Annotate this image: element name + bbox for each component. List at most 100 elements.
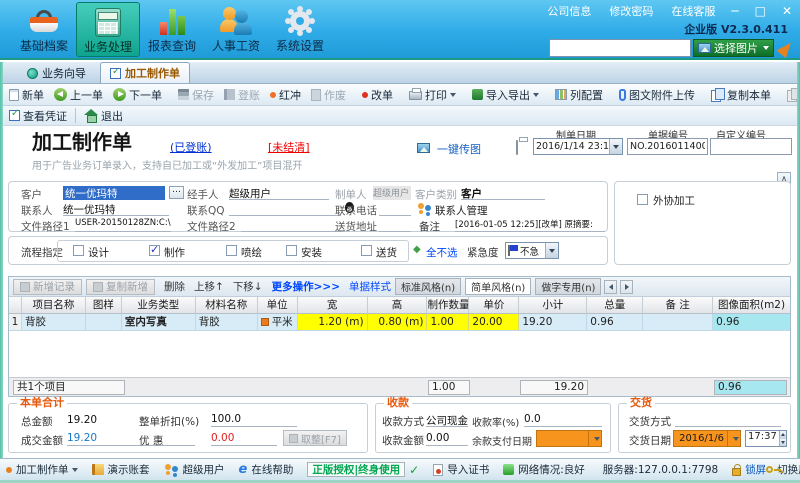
next-order-button[interactable]: 下一单 [108, 86, 167, 104]
payment-method-field[interactable]: 公司现金 [426, 413, 468, 427]
payment-amount-field[interactable]: 0.00 [426, 432, 468, 446]
nav-item-basic-archives[interactable]: 基础档案 [12, 2, 76, 57]
chevron-down-icon[interactable] [727, 431, 740, 446]
col-header[interactable]: 业务类型 [122, 297, 196, 314]
urgency-select[interactable]: 不急 [505, 242, 559, 259]
more-actions-link[interactable]: 更多操作>>> [272, 279, 340, 294]
tab-business-guide[interactable]: 业务向导 [18, 63, 95, 83]
tab-process-order[interactable]: 加工制作单 [100, 62, 190, 83]
height-cell[interactable]: 0.80 (m) [368, 314, 428, 331]
one-click-image-label[interactable]: 一键传图 [437, 141, 481, 157]
flow-step-spray-checkbox[interactable] [226, 244, 237, 257]
maximize-button[interactable]: □ [755, 4, 766, 18]
nav-item-reports[interactable]: 报表查询 [140, 2, 204, 57]
style-tab-lettering[interactable]: 做字专用(n) [535, 278, 601, 295]
move-down-link[interactable]: 下移↓ [233, 279, 263, 294]
col-header[interactable]: 总量 [587, 297, 643, 314]
nav-item-hr-payroll[interactable]: 人事工资 [204, 2, 268, 57]
chevron-down-icon[interactable] [609, 139, 622, 154]
doc-style-link[interactable]: 单据样式 [349, 279, 391, 294]
customer-field[interactable]: 统一优玛特 [63, 186, 165, 200]
image-path-input[interactable] [549, 39, 691, 57]
close-button[interactable]: ✕ [782, 4, 792, 18]
posted-status-link[interactable]: (已登账) [170, 139, 212, 155]
pattern-cell[interactable] [86, 314, 122, 331]
off-amount-field[interactable]: 0.00 [211, 432, 277, 446]
select-none-link[interactable]: 全不选 [426, 245, 458, 260]
status-account-set[interactable]: 演示账套 [92, 462, 150, 477]
exit-button[interactable]: 退出 [79, 107, 128, 125]
print-count-icon[interactable] [516, 141, 518, 154]
column-config-button[interactable]: 列配置 [550, 86, 608, 104]
col-header[interactable]: 单价 [469, 297, 519, 314]
style-tab-standard[interactable]: 标准风格(n) [395, 278, 461, 295]
minimize-button[interactable]: ─ [731, 4, 738, 18]
col-header[interactable]: 小计 [519, 297, 587, 314]
col-header[interactable]: 单位 [258, 297, 298, 314]
modify-order-button[interactable]: 改单 [357, 86, 398, 104]
scroll-right-button[interactable] [620, 280, 633, 294]
online-service-link[interactable]: 在线客服 [671, 3, 715, 19]
flow-step-make-checkbox[interactable] [149, 244, 160, 257]
payment-rate-field[interactable]: 0.0 [524, 413, 602, 427]
unit-cell[interactable]: 平米 [258, 314, 298, 331]
flow-step-deliver-checkbox[interactable] [361, 244, 372, 257]
col-header[interactable]: 制作数量 [427, 297, 469, 314]
nav-item-system-settings[interactable]: 系统设置 [268, 2, 332, 57]
status-doc-type[interactable]: 加工制作单 [6, 462, 78, 477]
col-header[interactable]: 图像面积(m2) [713, 297, 790, 314]
status-lock-screen[interactable]: 锁屏 [732, 462, 766, 477]
contact-manager-icon[interactable] [417, 203, 432, 216]
change-password-link[interactable]: 修改密码 [609, 3, 653, 19]
material-cell[interactable]: 背胶 [196, 314, 258, 331]
unsettled-status-link[interactable]: [未结清] [268, 139, 310, 155]
custom-no-input[interactable] [710, 138, 792, 155]
file-path1-field[interactable]: USER-20150128ZN:C:\ [75, 218, 171, 232]
status-user[interactable]: 超级用户 [164, 462, 225, 477]
delivery-date-select[interactable]: 2016/1/6 [673, 430, 741, 447]
delivery-address-field[interactable] [379, 218, 411, 232]
table-row[interactable]: 1 背胶 室内写真 背胶 平米 1.20 (m) 0.80 (m) 1.00 2… [9, 314, 790, 331]
spinner-buttons[interactable] [779, 431, 786, 446]
print-button[interactable]: 打印 [404, 86, 461, 104]
item-name-cell[interactable]: 背胶 [22, 314, 86, 331]
attachment-upload-button[interactable]: 图文附件上传 [614, 86, 700, 104]
business-type-cell[interactable]: 室内写真 [122, 314, 196, 331]
status-import-cert[interactable]: 导入证书 [433, 462, 489, 477]
width-cell[interactable]: 1.20 (m) [298, 314, 368, 331]
remark-field[interactable]: [2016-01-05 12:25][改单] 原摘要: [455, 218, 605, 232]
row-remark-cell[interactable] [643, 314, 713, 331]
contact-field[interactable]: 统一优玛特 [63, 202, 169, 216]
nav-item-business-processing[interactable]: 业务处理 [76, 2, 140, 57]
contact-manager-link[interactable]: 联系人管理 [435, 203, 488, 218]
scroll-left-button[interactable] [604, 280, 617, 294]
col-header[interactable]: 图样 [86, 297, 122, 314]
outsource-checkbox[interactable] [637, 193, 648, 206]
style-tab-simple[interactable]: 简单风格(n) [465, 278, 531, 295]
delete-link[interactable]: 删除 [164, 279, 185, 294]
make-date-select[interactable]: 2016/1/14 23:15:52 [533, 138, 623, 155]
status-online-help[interactable]: e在线帮助 [239, 462, 294, 477]
col-header[interactable]: 宽 [298, 297, 368, 314]
import-export-button[interactable]: 导入导出 [467, 86, 544, 104]
prev-order-button[interactable]: 上一单 [49, 86, 108, 104]
chevron-down-icon[interactable] [545, 243, 558, 258]
qty-cell[interactable]: 1.00 [427, 314, 469, 331]
col-header[interactable]: 备 注 [643, 297, 713, 314]
price-cell[interactable]: 20.00 [469, 314, 519, 331]
one-click-image-link[interactable] [417, 143, 433, 156]
status-switch-user[interactable]: 切换用户 [766, 462, 800, 477]
col-header[interactable]: 项目名称 [22, 297, 86, 314]
col-header[interactable]: 材料名称 [196, 297, 258, 314]
red-reverse-button[interactable]: 红冲 [265, 86, 306, 104]
discount-field[interactable]: 100.0 [211, 413, 297, 427]
customer-browse-button[interactable]: … [169, 186, 184, 199]
move-up-link[interactable]: 上移↑ [194, 279, 224, 294]
file-path2-field[interactable] [241, 218, 341, 232]
delivery-time-spinner[interactable]: 17:37 [745, 430, 787, 447]
flow-step-design-checkbox[interactable] [73, 244, 84, 257]
company-info-link[interactable]: 公司信息 [547, 3, 591, 19]
delivery-method-field[interactable] [675, 413, 781, 427]
qq-field[interactable] [229, 202, 341, 216]
flow-step-install-checkbox[interactable] [286, 244, 297, 257]
